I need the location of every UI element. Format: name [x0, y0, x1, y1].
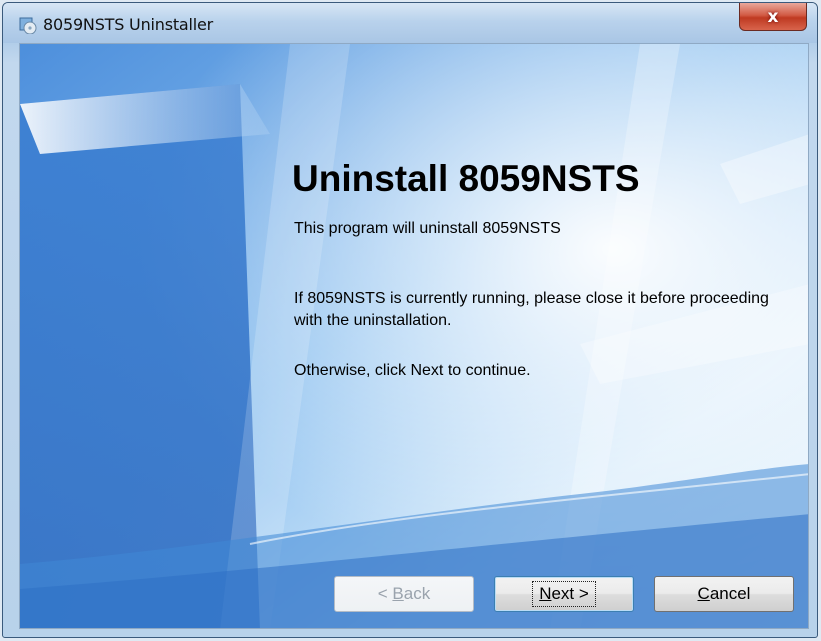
cancel-button[interactable]: Cancel: [654, 576, 794, 612]
back-button[interactable]: < Back: [334, 576, 474, 612]
cancel-label: Cancel: [697, 584, 751, 603]
wizard-panel: Uninstall 8059NSTS This program will uni…: [19, 43, 809, 629]
uninstaller-window: 8059NSTS Uninstaller x Uninstall 8059NST…: [2, 2, 818, 638]
title-bar[interactable]: 8059NSTS Uninstaller x: [3, 3, 817, 43]
next-button[interactable]: Next >: [494, 576, 634, 612]
next-label: Next >: [532, 581, 596, 607]
installer-disc-icon[interactable]: [19, 16, 37, 35]
warning-text: If 8059NSTS is currently running, please…: [294, 290, 769, 329]
instruction-text: Otherwise, click Next to continue.: [294, 362, 531, 379]
back-label: < Back: [377, 584, 431, 603]
intro-text: This program will uninstall 8059NSTS: [294, 220, 561, 237]
page-title: Uninstall 8059NSTS: [292, 158, 640, 199]
window-title: 8059NSTS Uninstaller: [43, 15, 214, 34]
background-artwork: [20, 44, 808, 628]
close-icon: x: [767, 6, 779, 27]
close-button[interactable]: x: [739, 3, 807, 31]
